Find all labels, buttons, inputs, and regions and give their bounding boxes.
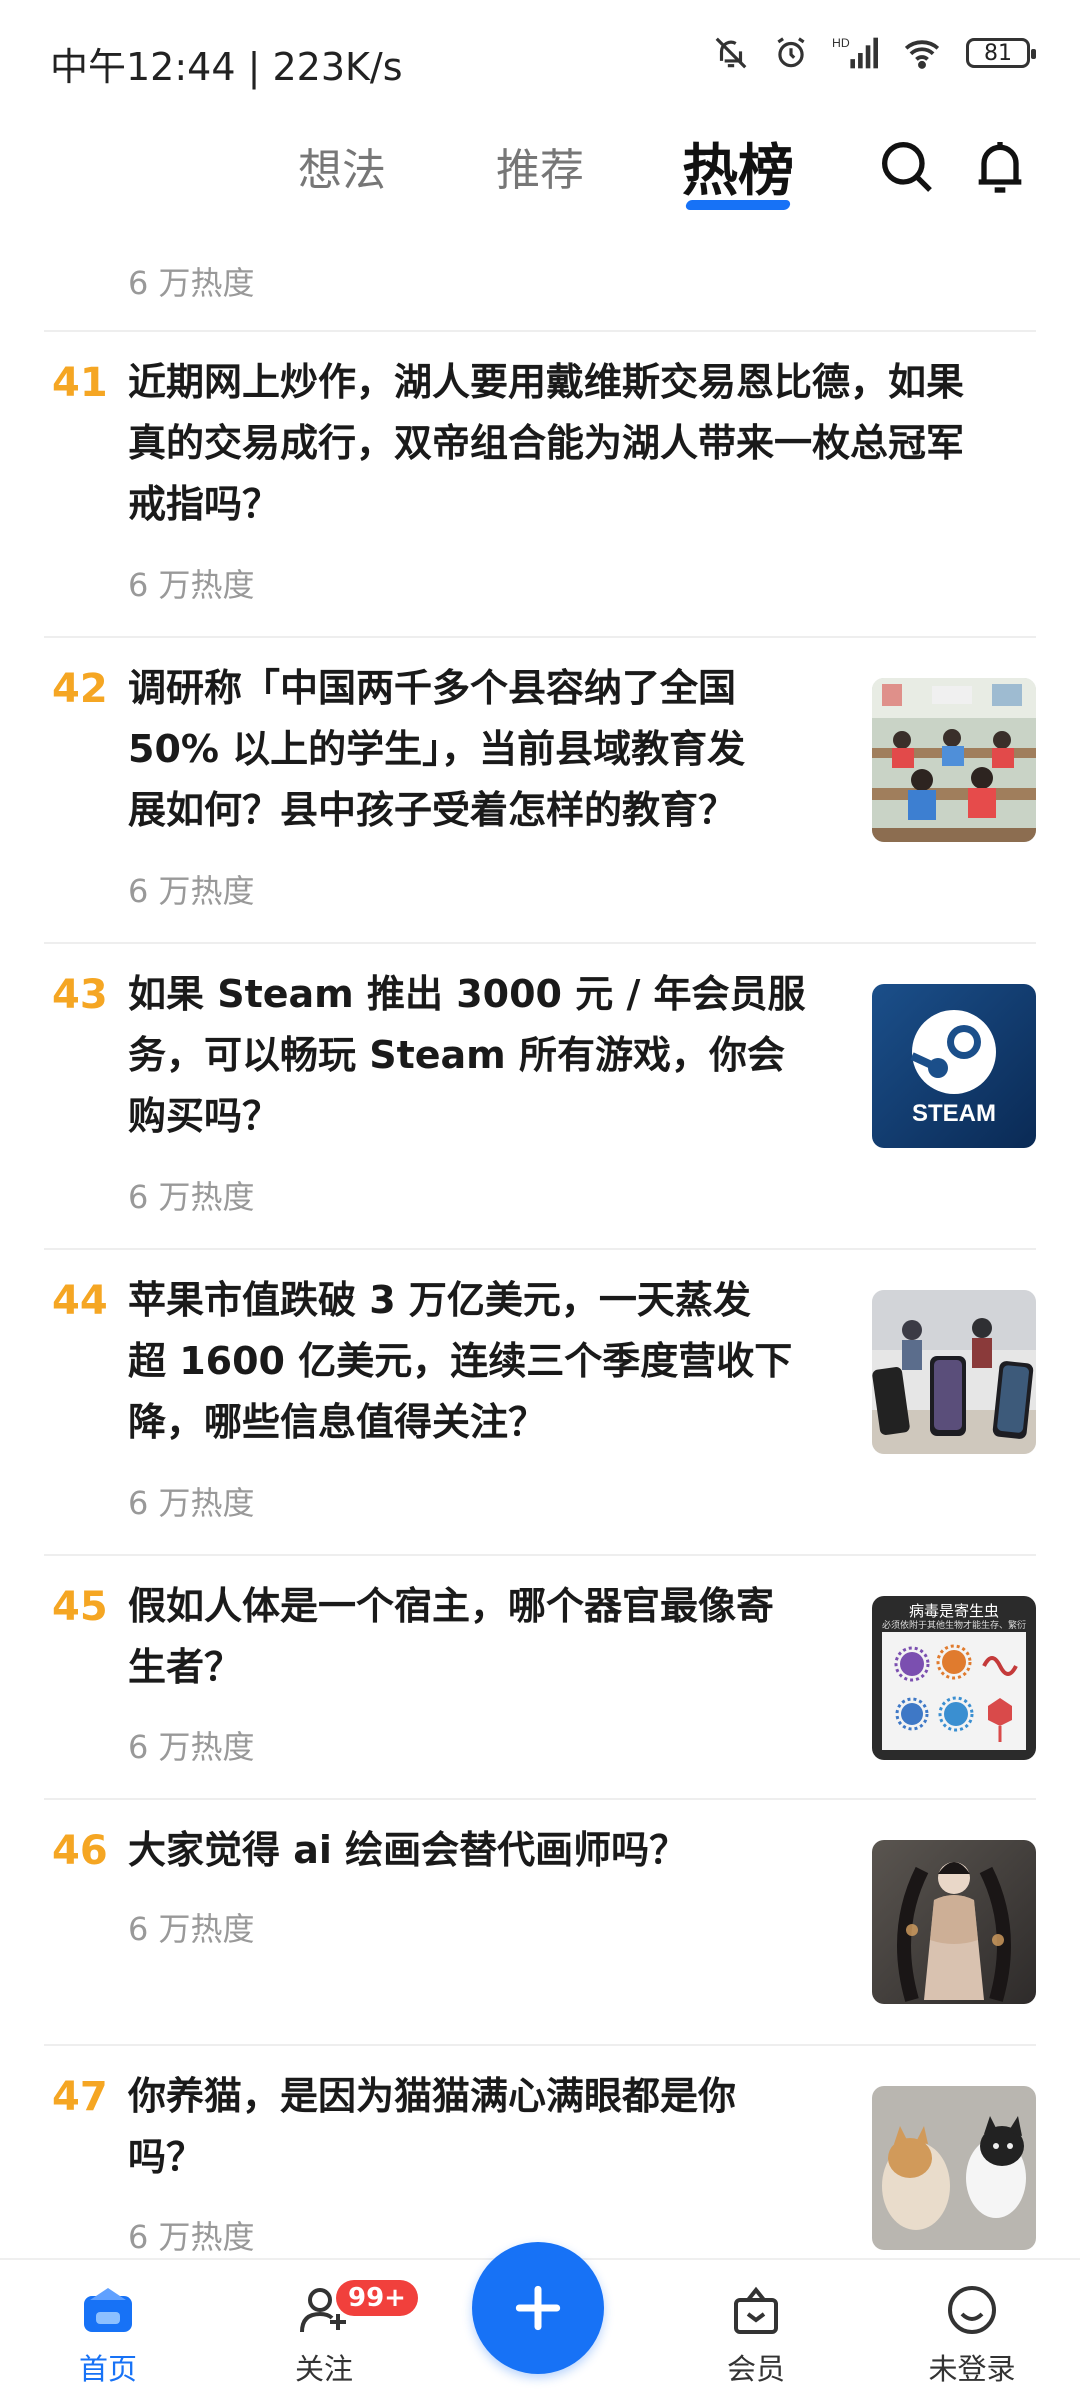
tab-hot-list[interactable]: 热榜	[682, 126, 794, 207]
title-line: 如果 Steam 推出 3000 元 / 年会员服	[128, 972, 806, 1016]
home-icon	[84, 2288, 132, 2332]
title-line: 降，哪些信息值得关注？	[128, 1400, 547, 1444]
profile-smile-icon	[948, 2286, 996, 2334]
rank-number: 44	[52, 1278, 108, 1324]
status-time: 中午12:44 | 223K/s	[50, 45, 403, 89]
nav-membership[interactable]: 会员	[686, 2284, 826, 2388]
heat-count: 6 万热度	[128, 1484, 255, 1522]
wifi-icon	[900, 34, 944, 72]
heat-count: 6 万热度	[128, 566, 255, 604]
search-icon[interactable]	[874, 134, 938, 198]
thumbnail-classroom[interactable]	[872, 678, 1036, 842]
title-line: 50% 以上的学生」，当前县域教育发	[128, 727, 746, 771]
list-item[interactable]: 42 调研称「中国两千多个县容纳了全国 50% 以上的学生」，当前县域教育发 展…	[44, 636, 1036, 944]
status-bar: 中午12:44 | 223K/s HD 81	[0, 0, 1080, 120]
title-line: 购买吗？	[128, 1094, 281, 1138]
battery-level: 81	[984, 40, 1012, 66]
mute-bell-icon	[712, 34, 750, 72]
title-line: 真的交易成行，双帝组合能为湖人带来一枚总冠军	[128, 421, 965, 465]
tab-recommend[interactable]: 推荐	[496, 134, 584, 198]
list-item[interactable]: 45 假如人体是一个宿主，哪个器官最像寄 生者？ 6 万热度 病毒是寄生虫 必须…	[44, 1554, 1036, 1800]
heat-count: 6 万热度	[128, 872, 255, 910]
heat-count: 6 万热度	[128, 2218, 255, 2256]
item-title: 调研称「中国两千多个县容纳了全国 50% 以上的学生」，当前县域教育发 展如何？…	[128, 658, 745, 841]
tab-ideas[interactable]: 想法	[298, 134, 386, 198]
membership-bag-icon	[734, 2286, 778, 2334]
nav-membership-label: 会员	[726, 2352, 785, 2386]
title-line: 超 1600 亿美元，连续三个季度营收下	[128, 1339, 793, 1383]
thumbnail-cats[interactable]	[872, 2086, 1036, 2250]
title-line: 戒指吗？	[128, 482, 281, 526]
nav-profile[interactable]: 未登录	[902, 2284, 1042, 2388]
battery-icon: 81	[966, 38, 1036, 68]
list-item[interactable]: 41 近期网上炒作，湖人要用戴维斯交易恩比德，如果 真的交易成行，双帝组合能为湖…	[44, 330, 1036, 638]
rank-number: 41	[52, 360, 108, 406]
title-line: 生者？	[128, 1645, 243, 1689]
item-title: 苹果市值跌破 3 万亿美元，一天蒸发 超 1600 亿美元，连续三个季度营收下 …	[128, 1270, 792, 1453]
heat-count: 6 万热度	[128, 1728, 255, 1766]
list-item[interactable]: 46 大家觉得 ai 绘画会替代画师吗？ 6 万热度	[44, 1798, 1036, 2046]
heat-count: 6 万热度	[128, 1178, 255, 1216]
rank-number: 47	[52, 2074, 108, 2120]
title-line: 你养猫，是因为猫猫满心满眼都是你	[128, 2074, 737, 2118]
title-line: 近期网上炒作，湖人要用戴维斯交易恩比德，如果	[128, 360, 965, 404]
title-line: 展如何？县中孩子受着怎样的教育？	[128, 788, 737, 832]
hot-list-feed: 6 万热度 41 近期网上炒作，湖人要用戴维斯交易恩比德，如果 真的交易成行，双…	[0, 220, 1080, 2260]
title-line: 吗？	[128, 2135, 205, 2179]
active-tab-indicator	[684, 200, 792, 210]
plus-icon	[515, 2285, 561, 2331]
thumbnail-iphones[interactable]	[872, 1290, 1036, 1454]
item-title: 假如人体是一个宿主，哪个器官最像寄 生者？	[128, 1576, 774, 1698]
nav-following-label: 关注	[294, 2352, 353, 2386]
item-title: 如果 Steam 推出 3000 元 / 年会员服 务，可以畅玩 Steam 所…	[128, 964, 806, 1147]
create-post-button[interactable]	[472, 2242, 604, 2374]
bottom-navigation: 首页 关注 99+ 会员 未登录	[0, 2242, 1080, 2402]
signal-icon: HD	[832, 34, 878, 72]
title-line: 苹果市值跌破 3 万亿美元，一天蒸发	[128, 1278, 751, 1322]
thumbnail-ai-art[interactable]	[872, 1840, 1036, 2004]
top-navigation: 想法 推荐 热榜	[0, 120, 1080, 220]
title-line: 调研称「中国两千多个县容纳了全国	[128, 666, 737, 710]
rank-number: 42	[52, 666, 108, 712]
rank-number: 46	[52, 1828, 108, 1874]
notification-bell-icon[interactable]	[968, 134, 1032, 198]
partial-item-heat: 6 万热度	[128, 264, 255, 302]
item-title: 大家觉得 ai 绘画会替代画师吗？	[128, 1820, 687, 1881]
title-line: 务，可以畅玩 Steam 所有游戏，你会	[128, 1033, 786, 1077]
title-line: 大家觉得 ai 绘画会替代画师吗？	[128, 1828, 688, 1872]
svg-text:HD: HD	[832, 36, 850, 50]
rank-number: 45	[52, 1584, 108, 1630]
item-title: 近期网上炒作，湖人要用戴维斯交易恩比德，如果 真的交易成行，双帝组合能为湖人带来…	[128, 352, 964, 535]
nav-profile-label: 未登录	[928, 2352, 1016, 2386]
nav-home-label: 首页	[78, 2352, 137, 2386]
title-line: 假如人体是一个宿主，哪个器官最像寄	[128, 1584, 775, 1628]
nav-home[interactable]: 首页	[38, 2284, 178, 2388]
item-title: 你养猫，是因为猫猫满心满眼都是你 吗？	[128, 2066, 736, 2188]
list-item[interactable]: 43 如果 Steam 推出 3000 元 / 年会员服 务，可以畅玩 Stea…	[44, 942, 1036, 1250]
list-item[interactable]: 47 你养猫，是因为猫猫满心满眼都是你 吗？ 6 万热度	[44, 2044, 1036, 2260]
rank-number: 43	[52, 972, 108, 1018]
status-icons: HD 81	[712, 34, 1036, 72]
heat-count: 6 万热度	[128, 1910, 255, 1948]
list-item[interactable]: 44 苹果市值跌破 3 万亿美元，一天蒸发 超 1600 亿美元，连续三个季度营…	[44, 1248, 1036, 1556]
notification-badge: 99+	[336, 2280, 418, 2316]
alarm-icon	[772, 34, 810, 72]
steam-wordmark: STEAM	[912, 1100, 996, 1127]
thumbnail-virus[interactable]: 病毒是寄生虫 必须依附于其他生物才能生存、繁衍	[872, 1596, 1036, 1760]
thumbnail-steam[interactable]: STEAM	[872, 984, 1036, 1148]
